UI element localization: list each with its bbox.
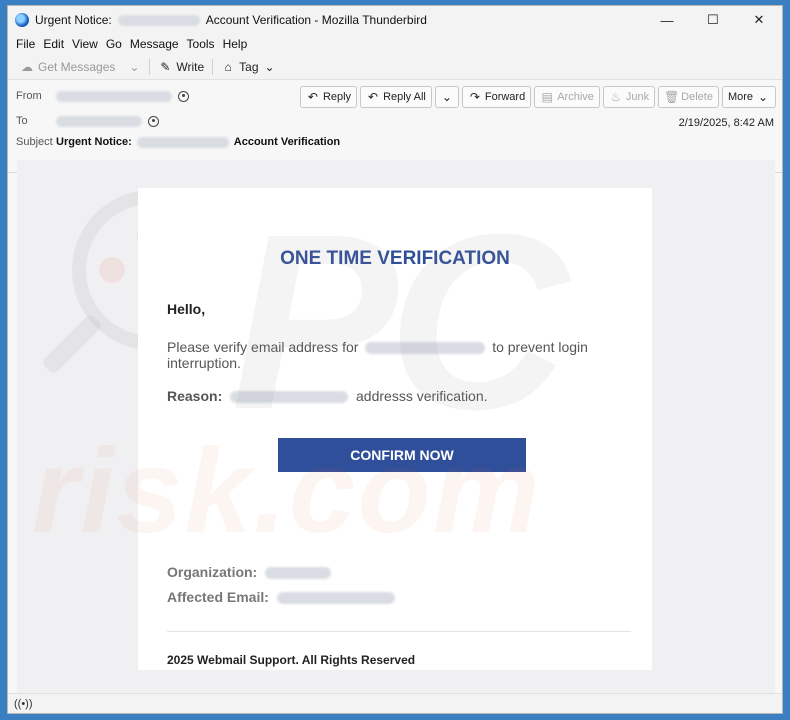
- more-button[interactable]: More ⌄: [721, 86, 776, 108]
- reply-all-dropdown[interactable]: ⌄: [434, 86, 459, 108]
- redacted-organization: [265, 567, 332, 580]
- subject-label: Subject: [16, 136, 53, 148]
- status-bar: ((•)): [8, 693, 782, 713]
- thunderbird-logo-icon: [15, 13, 29, 27]
- tag-button[interactable]: ⌂ Tag ⌄: [215, 56, 282, 78]
- menu-message[interactable]: Message: [126, 37, 183, 51]
- window-title: Urgent Notice: Account Verification - Mo…: [35, 13, 427, 27]
- email-footer: 2025 Webmail Support. All Rights Reserve…: [167, 653, 416, 667]
- junk-button[interactable]: ♨ Junk: [602, 86, 656, 108]
- menu-bar: File Edit View Go Message Tools Help: [8, 34, 782, 54]
- maximize-button[interactable]: ☐: [690, 6, 736, 34]
- archive-icon: ▤: [541, 90, 553, 104]
- chevron-down-icon: ⌄: [264, 59, 275, 74]
- from-label: From: [16, 90, 42, 102]
- from-row: From: [16, 90, 189, 102]
- organization-line: Organization:: [167, 564, 332, 580]
- email-card: ONE TIME VERIFICATION Hello, Please veri…: [138, 188, 652, 670]
- greeting: Hello,: [167, 301, 206, 317]
- forward-icon: ↷: [469, 90, 480, 104]
- contact-icon[interactable]: [178, 90, 189, 102]
- get-messages-dropdown[interactable]: ⌄: [121, 56, 147, 78]
- write-button[interactable]: ✎ Write: [152, 56, 210, 78]
- close-button[interactable]: ✕: [736, 6, 782, 34]
- message-body: ONE TIME VERIFICATION Hello, Please veri…: [17, 160, 775, 694]
- verify-paragraph: Please verify email address for to preve…: [167, 339, 588, 371]
- archive-button[interactable]: ▤ Archive: [534, 86, 600, 108]
- subject-prefix: Urgent Notice:: [56, 136, 132, 148]
- menu-help[interactable]: Help: [219, 37, 252, 51]
- redacted-email: [230, 391, 349, 404]
- contact-icon[interactable]: [148, 115, 159, 127]
- thunderbird-window: Urgent Notice: Account Verification - Mo…: [7, 5, 783, 714]
- confirm-now-button[interactable]: CONFIRM NOW: [278, 438, 526, 472]
- delete-button[interactable]: 🗑 Delete: [658, 86, 719, 108]
- trash-icon: 🗑: [664, 90, 680, 104]
- watermark-dot: [99, 257, 125, 283]
- activity-icon[interactable]: ((•)): [14, 698, 33, 710]
- toolbar-separator: [212, 58, 214, 75]
- forward-button[interactable]: ↷ Forward: [461, 86, 532, 108]
- message-date: 2/19/2025, 8:42 AM: [678, 117, 774, 129]
- menu-tools[interactable]: Tools: [183, 37, 219, 51]
- reply-icon: ↶: [307, 90, 318, 104]
- get-messages-button[interactable]: ☁ Get Messages: [14, 56, 121, 78]
- chevron-down-icon: ⌄: [129, 59, 140, 74]
- menu-view[interactable]: View: [68, 37, 102, 51]
- toolbar-separator: [149, 58, 151, 75]
- subject-row: Subject Urgent Notice: Account Verificat…: [16, 136, 340, 148]
- redacted-subject-domain: [136, 136, 229, 148]
- redacted-email: [276, 592, 395, 605]
- pencil-icon: ✎: [160, 59, 171, 74]
- minimize-button[interactable]: —: [644, 6, 690, 34]
- reason-line: Reason: addresss verification.: [167, 388, 488, 404]
- watermark-handle: [40, 312, 104, 376]
- redacted-sender[interactable]: [56, 90, 172, 102]
- redacted-domain: [117, 14, 200, 26]
- redacted-recipient[interactable]: [56, 115, 142, 127]
- email-title: ONE TIME VERIFICATION: [280, 248, 510, 269]
- title-bar: Urgent Notice: Account Verification - Mo…: [8, 6, 782, 34]
- chevron-down-icon: ⌄: [757, 90, 769, 104]
- reply-all-icon: ↶: [368, 90, 379, 104]
- to-label: To: [16, 115, 28, 127]
- menu-go[interactable]: Go: [102, 37, 126, 51]
- main-toolbar: ☁ Get Messages ⌄ ✎ Write ⌂ Tag ⌄: [8, 54, 782, 80]
- to-row: To: [16, 115, 159, 127]
- cloud-download-icon: ☁: [21, 59, 33, 74]
- reply-button[interactable]: ↶ Reply: [299, 86, 358, 108]
- chevron-down-icon: ⌄: [441, 90, 452, 104]
- subject-suffix: Account Verification: [233, 136, 341, 148]
- menu-edit[interactable]: Edit: [39, 37, 68, 51]
- flame-icon: ♨: [610, 90, 622, 104]
- tag-icon: ⌂: [224, 59, 232, 74]
- affected-email-line: Affected Email:: [167, 589, 395, 605]
- footer-divider: [167, 631, 631, 632]
- reply-all-button[interactable]: ↶ Reply All: [360, 86, 432, 108]
- message-actions: ↶ Reply ↶ Reply All ⌄ ↷ Forward ▤ Archiv…: [299, 86, 776, 108]
- redacted-email: [365, 342, 486, 355]
- menu-file[interactable]: File: [12, 37, 39, 51]
